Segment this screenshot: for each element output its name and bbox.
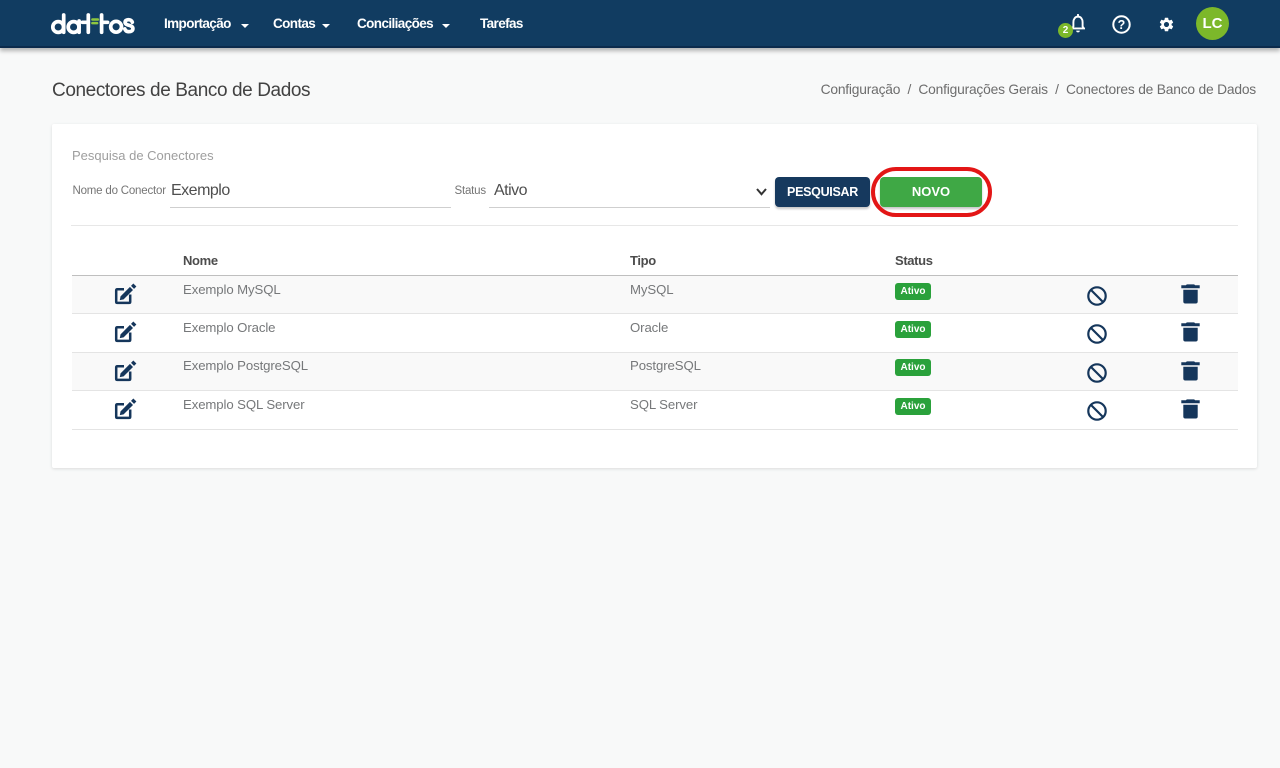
svg-text:?: ? xyxy=(1118,18,1126,32)
